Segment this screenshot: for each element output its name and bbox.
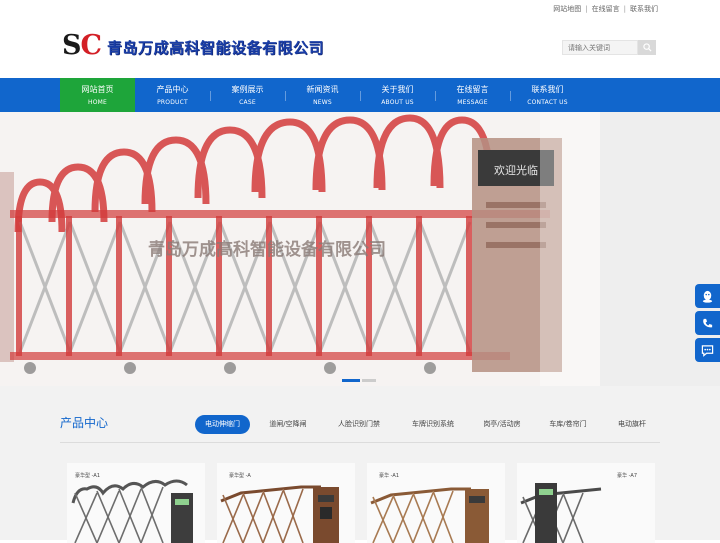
logo-letter-c: C — [80, 30, 102, 61]
product-image: 豪华 -A7 — [517, 463, 655, 543]
chat-button[interactable] — [695, 338, 720, 362]
nav-item-contact[interactable]: 联系我们 CONTACT US — [510, 78, 585, 112]
section-title: 产品中心 — [60, 416, 109, 430]
product-tag: 豪华 -A7 — [617, 472, 637, 479]
nav-label: 在线留言 — [456, 85, 489, 94]
product-card[interactable]: 豪华 -A1 — [367, 463, 505, 543]
nav-sublabel: MESSAGE — [457, 99, 488, 106]
nav-item-case[interactable]: 案例展示 CASE — [210, 78, 285, 112]
product-image: 豪华 -A1 — [367, 463, 505, 543]
nav-sublabel: CASE — [239, 99, 256, 106]
search-box — [562, 40, 656, 55]
chat-icon — [701, 344, 714, 357]
nav-label: 网站首页 — [81, 85, 114, 94]
tab-retractable-gate[interactable]: 电动伸缩门 — [195, 415, 250, 434]
product-image: 豪华型 -A — [217, 463, 355, 543]
nav-item-home[interactable]: 网站首页 HOME — [60, 78, 135, 112]
search-button[interactable] — [638, 40, 656, 55]
qq-button[interactable] — [695, 284, 720, 308]
top-utility-bar: 网站地图 | 在线留言 | 联系我们 — [0, 0, 720, 18]
tab-face-recognition[interactable]: 人脸识别门禁 — [330, 415, 388, 434]
phone-button[interactable] — [695, 311, 720, 335]
tab-plate-recognition[interactable]: 车牌识别系统 — [404, 415, 462, 434]
nav-item-news[interactable]: 新闻资讯 NEWS — [285, 78, 360, 112]
search-input[interactable] — [562, 40, 638, 55]
nav-item-product[interactable]: 产品中心 PRODUCT — [135, 78, 210, 112]
nav-item-message[interactable]: 在线留言 MESSAGE — [435, 78, 510, 112]
company-name: 青岛万成高科智能设备有限公司 — [107, 39, 325, 57]
sitemap-link[interactable]: 网站地图 — [553, 5, 581, 13]
separator: | — [585, 5, 588, 13]
product-card[interactable]: 豪华型 -A — [217, 463, 355, 543]
product-card[interactable]: 豪华 -A7 — [517, 463, 655, 543]
tab-flagpole[interactable]: 电动旗杆 — [610, 415, 654, 434]
booth-sign: 欢迎光临 — [494, 163, 538, 177]
contact-link[interactable]: 联系我们 — [630, 5, 658, 13]
main-nav: 网站首页 HOME 产品中心 PRODUCT 案例展示 CASE 新闻资讯 NEWS 关… — [0, 78, 720, 112]
nav-sublabel: PRODUCT — [157, 99, 188, 106]
tab-barrier-gate[interactable]: 道闸/空降闸 — [262, 415, 314, 434]
nav-sublabel: NEWS — [313, 99, 332, 106]
tab-booth[interactable]: 岗亭/活动房 — [478, 415, 526, 434]
site-header: SC 青岛万成高科智能设备有限公司 — [0, 18, 720, 78]
tab-garage-door[interactable]: 车库/卷帘门 — [542, 415, 594, 434]
nav-label: 案例展示 — [231, 85, 264, 94]
phone-icon — [703, 318, 713, 327]
product-tag: 豪华型 -A1 — [75, 472, 100, 479]
separator: | — [623, 5, 626, 13]
nav-sublabel: CONTACT US — [527, 99, 568, 106]
section-divider — [60, 442, 660, 443]
logo-letter-s: S — [62, 30, 81, 61]
product-card[interactable]: 豪华型 -A1 — [67, 463, 205, 543]
search-icon — [642, 43, 652, 52]
nav-label: 关于我们 — [381, 85, 414, 94]
top-links: 网站地图 | 在线留言 | 联系我们 — [553, 4, 658, 14]
product-tag: 豪华型 -A — [229, 472, 251, 479]
product-center-section: 产品中心 电动伸缩门 道闸/空降闸 人脸识别门禁 车牌识别系统 岗亭/活动房 车… — [0, 386, 720, 543]
message-link[interactable]: 在线留言 — [592, 5, 620, 13]
nav-sublabel: HOME — [87, 99, 107, 106]
product-tag: 豪华 -A1 — [379, 472, 399, 479]
product-image: 豪华型 -A1 — [67, 463, 205, 543]
qq-icon — [702, 290, 713, 303]
banner-image: 欢迎光临 青岛万成高科智能设备有限公司 — [0, 112, 720, 386]
nav-item-about[interactable]: 关于我们 ABOUT US — [360, 78, 435, 112]
logo[interactable]: SC — [62, 30, 102, 62]
banner-overlay-text: 青岛万成高科智能设备有限公司 — [148, 239, 386, 260]
nav-label: 产品中心 — [156, 85, 189, 94]
nav-label: 联系我们 — [531, 85, 564, 94]
slider-indicator[interactable] — [340, 378, 380, 384]
nav-sublabel: ABOUT US — [381, 99, 414, 106]
hero-banner[interactable]: 欢迎光临 青岛万成高科智能设备有限公司 — [0, 112, 720, 386]
nav-label: 新闻资讯 — [306, 85, 339, 94]
